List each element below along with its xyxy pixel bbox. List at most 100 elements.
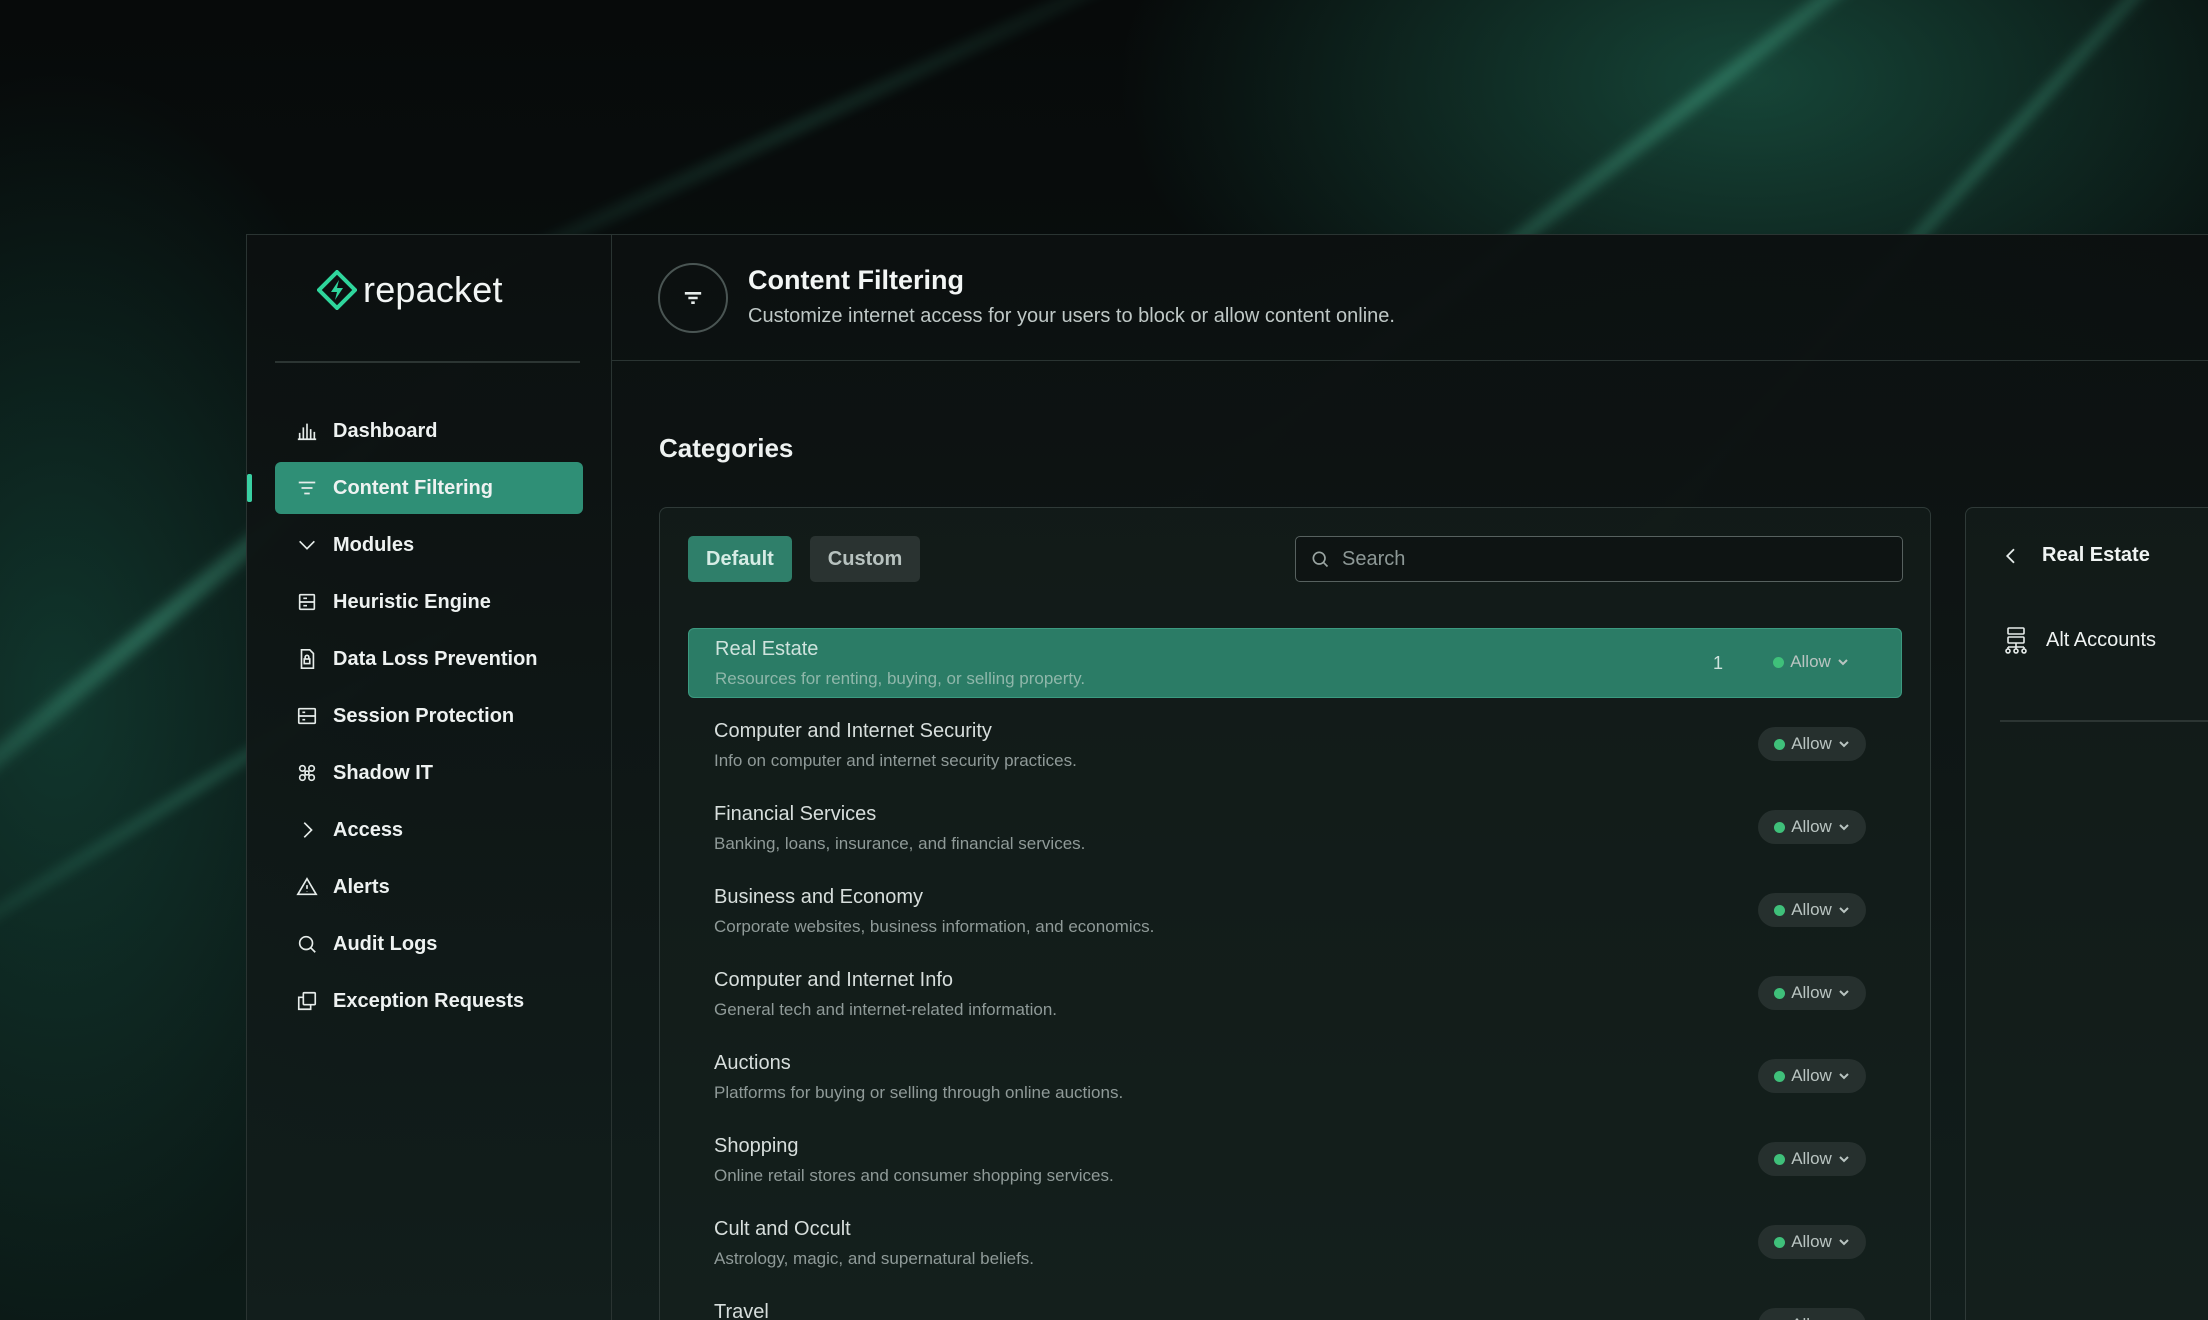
category-name: Financial Services <box>714 803 877 825</box>
category-name: Computer and Internet Info <box>714 969 954 991</box>
category-description: Astrology, magic, and supernatural belie… <box>714 1249 1035 1268</box>
category-row[interactable]: Computer and Internet Security Info on co… <box>688 711 1902 781</box>
category-name: Shopping <box>714 1135 799 1157</box>
document-lock-icon <box>295 647 319 671</box>
sidebar-item-dashboard[interactable]: Dashboard <box>275 405 583 457</box>
tab-custom[interactable]: Custom <box>809 536 921 582</box>
sidebar-item-label: Alerts <box>333 875 390 898</box>
allow-dropdown[interactable]: Allow <box>1758 1059 1866 1093</box>
category-row[interactable]: Business and Economy Corporate websites, … <box>688 877 1902 947</box>
category-row[interactable]: Travel Allow <box>688 1292 1902 1320</box>
status-dot <box>1774 987 1786 999</box>
category-row[interactable]: Auctions Platforms for buying or selling … <box>688 1043 1902 1113</box>
bar-chart-icon <box>295 419 319 443</box>
back-icon[interactable] <box>2002 547 2020 565</box>
sidebar-item-modules[interactable]: Modules <box>275 519 583 571</box>
detail-panel: Real Estate Alt Accounts <box>1965 507 2208 1320</box>
category-row[interactable]: Real Estate Resources for renting, buying… <box>688 628 1902 698</box>
search-icon <box>295 932 319 956</box>
allow-label: Allow <box>1791 900 1832 919</box>
allow-dropdown[interactable]: Allow <box>1758 1308 1866 1320</box>
category-name: Computer and Internet Security <box>714 720 992 742</box>
search-input[interactable] <box>1342 547 1862 571</box>
sidebar-item-label: Dashboard <box>333 419 438 442</box>
chevron-down-icon <box>1839 1156 1849 1163</box>
allow-dropdown[interactable]: Allow <box>1758 1142 1866 1176</box>
detail-item-alt-accounts[interactable]: Alt Accounts <box>2002 626 2156 654</box>
status-dot <box>1774 738 1786 750</box>
page-header: Content Filtering Customize internet acc… <box>612 235 2208 361</box>
category-description: Info on computer and internet security p… <box>714 751 1077 770</box>
allow-label: Allow <box>1791 1232 1832 1251</box>
sidebar-item-label: Heuristic Engine <box>333 590 491 613</box>
detail-title: Real Estate <box>2042 544 2150 566</box>
category-description: General tech and internet-related inform… <box>714 1000 1058 1019</box>
search-box[interactable] <box>1295 536 1903 582</box>
allow-dropdown[interactable]: Allow <box>1758 893 1866 927</box>
allow-label: Allow <box>1791 1149 1832 1168</box>
category-description: Resources for renting, buying, or sellin… <box>715 669 1086 688</box>
category-name: Travel <box>714 1301 769 1320</box>
chevron-down-icon <box>1839 990 1849 997</box>
filter-icon <box>295 476 319 500</box>
status-dot <box>1774 1153 1786 1165</box>
sidebar-item-label: Content Filtering <box>333 476 493 499</box>
sitemap-icon <box>2005 627 2027 654</box>
chevron-right-icon <box>295 818 319 842</box>
sidebar-item-session-protection[interactable]: Session Protection <box>275 690 583 742</box>
status-dot <box>1774 821 1786 833</box>
category-row[interactable]: Shopping Online retail stores and consume… <box>688 1126 1902 1196</box>
category-list: Real Estate Resources for renting, buying… <box>688 628 1902 1320</box>
sidebar-item-label: Exception Requests <box>333 989 525 1012</box>
sidebar-item-alerts[interactable]: Alerts <box>275 861 583 913</box>
allow-label: Allow <box>1791 817 1832 836</box>
category-count: 1 <box>1712 653 1723 673</box>
allow-dropdown[interactable]: Allow <box>1758 810 1866 844</box>
sidebar-item-data-loss-prevention[interactable]: Data Loss Prevention <box>275 633 583 685</box>
logo[interactable]: repacket <box>317 269 503 311</box>
logo-icon <box>317 270 357 310</box>
allow-label: Allow <box>1791 1315 1832 1320</box>
sidebar-item-heuristic-engine[interactable]: Heuristic Engine <box>275 576 583 628</box>
sidebar-item-label: Modules <box>333 533 415 556</box>
tab-default[interactable]: Default <box>688 536 792 582</box>
category-row[interactable]: Computer and Internet Info General tech a… <box>688 960 1902 1030</box>
category-row[interactable]: Cult and Occult Astrology, magic, and sup… <box>688 1209 1902 1279</box>
category-description: Banking, loans, insurance, and financial… <box>714 834 1086 853</box>
detail-divider <box>2000 720 2208 722</box>
copy-icon <box>295 989 319 1013</box>
chevron-down-icon <box>1839 824 1849 831</box>
chevron-down-icon <box>1838 659 1848 666</box>
allow-dropdown[interactable]: Allow <box>1758 727 1866 761</box>
app-window: repacket Dashboard Content Filtering Mod… <box>246 234 2208 1320</box>
status-dot <box>1774 904 1786 916</box>
allow-label: Allow <box>1791 1066 1832 1085</box>
sidebar-item-access[interactable]: Access <box>275 804 583 856</box>
allow-dropdown[interactable]: Allow <box>1758 1225 1866 1259</box>
category-name: Business and Economy <box>714 886 924 908</box>
sidebar-item-label: Audit Logs <box>333 932 438 955</box>
category-name: Cult and Occult <box>714 1218 851 1240</box>
filter-icon <box>658 263 728 333</box>
chevron-down-icon <box>1839 1073 1849 1080</box>
status-dot <box>1774 1236 1786 1248</box>
sidebar-item-exception-requests[interactable]: Exception Requests <box>275 975 583 1027</box>
heuristic-engine-icon <box>295 590 319 614</box>
sidebar-item-label: Session Protection <box>333 704 515 727</box>
sidebar-item-shadow-it[interactable]: Shadow IT <box>275 747 583 799</box>
allow-dropdown[interactable]: Allow <box>1757 645 1865 679</box>
chevron-down-icon <box>295 533 319 557</box>
command-icon <box>295 761 319 785</box>
sidebar-item-content-filtering[interactable]: Content Filtering <box>247 462 583 514</box>
category-description: Platforms for buying or selling through … <box>714 1083 1124 1102</box>
page-title: Content Filtering <box>748 265 964 295</box>
sidebar: repacket Dashboard Content Filtering Mod… <box>247 235 612 1320</box>
search-icon <box>1312 551 1329 568</box>
sidebar-divider <box>275 361 580 363</box>
allow-dropdown[interactable]: Allow <box>1758 976 1866 1010</box>
category-row[interactable]: Financial Services Banking, loans, insura… <box>688 794 1902 864</box>
detail-header: Real Estate <box>2002 544 2150 567</box>
sidebar-item-audit-logs[interactable]: Audit Logs <box>275 918 583 970</box>
sidebar-item-label: Shadow IT <box>333 761 433 784</box>
sidebar-nav: Dashboard Content Filtering Modules Heur… <box>247 405 583 1032</box>
